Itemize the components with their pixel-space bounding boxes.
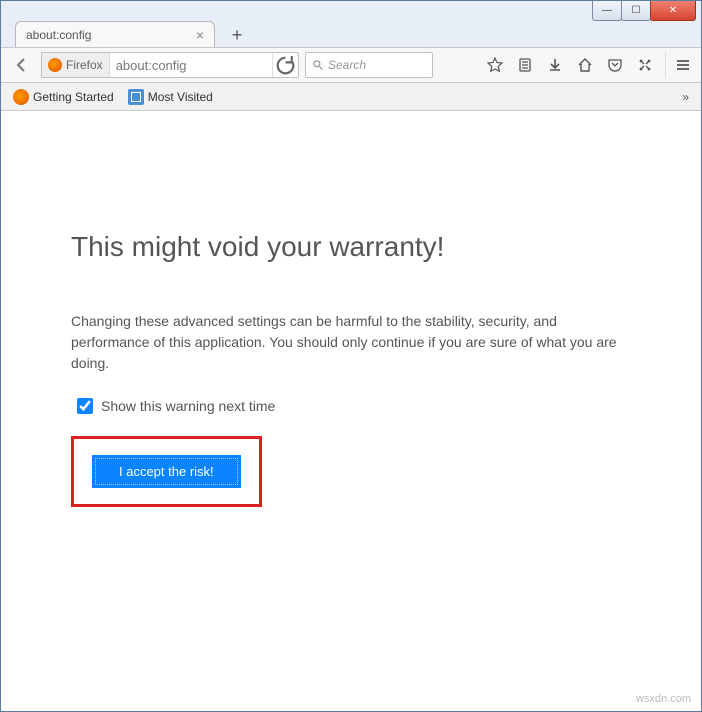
warning-description: Changing these advanced settings can be … [71,311,631,374]
show-warning-label[interactable]: Show this warning next time [101,398,275,414]
wrench-icon [637,57,653,73]
search-bar[interactable]: Search [305,52,433,78]
most-visited-icon [128,89,144,105]
back-button[interactable] [9,52,35,78]
pocket-button[interactable] [601,51,629,79]
library-button[interactable] [511,51,539,79]
warranty-warning: This might void your warranty! Changing … [71,231,631,711]
arrow-left-icon [14,57,30,73]
browser-window: — ☐ ✕ about:config × + Firefox about:con… [0,0,702,712]
nav-toolbar: Firefox about:config Search [1,47,701,83]
close-tab-icon[interactable]: × [196,28,204,42]
reload-icon [273,53,298,78]
content-area: This might void your warranty! Changing … [1,111,701,711]
clipboard-icon [517,57,533,73]
search-placeholder: Search [328,58,366,72]
bookmark-star-button[interactable] [481,51,509,79]
bookmark-label: Most Visited [148,90,213,104]
show-warning-checkbox[interactable] [77,398,93,414]
downloads-button[interactable] [541,51,569,79]
pocket-icon [607,57,623,73]
accept-risk-button[interactable]: I accept the risk! [92,455,241,488]
tab-active[interactable]: about:config × [15,21,215,47]
firefox-icon [13,89,29,105]
reload-button[interactable] [272,53,298,77]
firefox-icon [48,58,62,72]
tab-label: about:config [26,28,91,42]
window-controls: — ☐ ✕ [593,1,696,21]
home-button[interactable] [571,51,599,79]
search-icon [312,59,324,71]
show-warning-checkbox-row: Show this warning next time [71,398,631,414]
download-icon [547,57,563,73]
hamburger-icon [675,57,691,73]
url-text: about:config [110,58,272,73]
url-bar[interactable]: Firefox about:config [41,52,299,78]
devtools-button[interactable] [631,51,659,79]
watermark: wsxdn.com [636,693,691,705]
tab-bar: about:config × + [1,19,701,47]
toolbar-icons [481,51,693,79]
annotation-highlight: I accept the risk! [71,436,262,507]
warning-title: This might void your warranty! [71,231,631,263]
bookmark-getting-started[interactable]: Getting Started [9,87,118,107]
bookmarks-bar: Getting Started Most Visited » [1,83,701,111]
window-close-button[interactable]: ✕ [650,1,696,21]
bookmarks-overflow-button[interactable]: » [676,90,693,104]
minimize-button[interactable]: — [592,1,622,21]
home-icon [577,57,593,73]
menu-button[interactable] [665,51,693,79]
identity-box[interactable]: Firefox [42,53,110,77]
new-tab-button[interactable]: + [225,23,249,47]
bookmark-most-visited[interactable]: Most Visited [124,87,217,107]
identity-label: Firefox [66,58,103,72]
bookmark-label: Getting Started [33,90,114,104]
maximize-button[interactable]: ☐ [621,1,651,21]
star-icon [487,57,503,73]
